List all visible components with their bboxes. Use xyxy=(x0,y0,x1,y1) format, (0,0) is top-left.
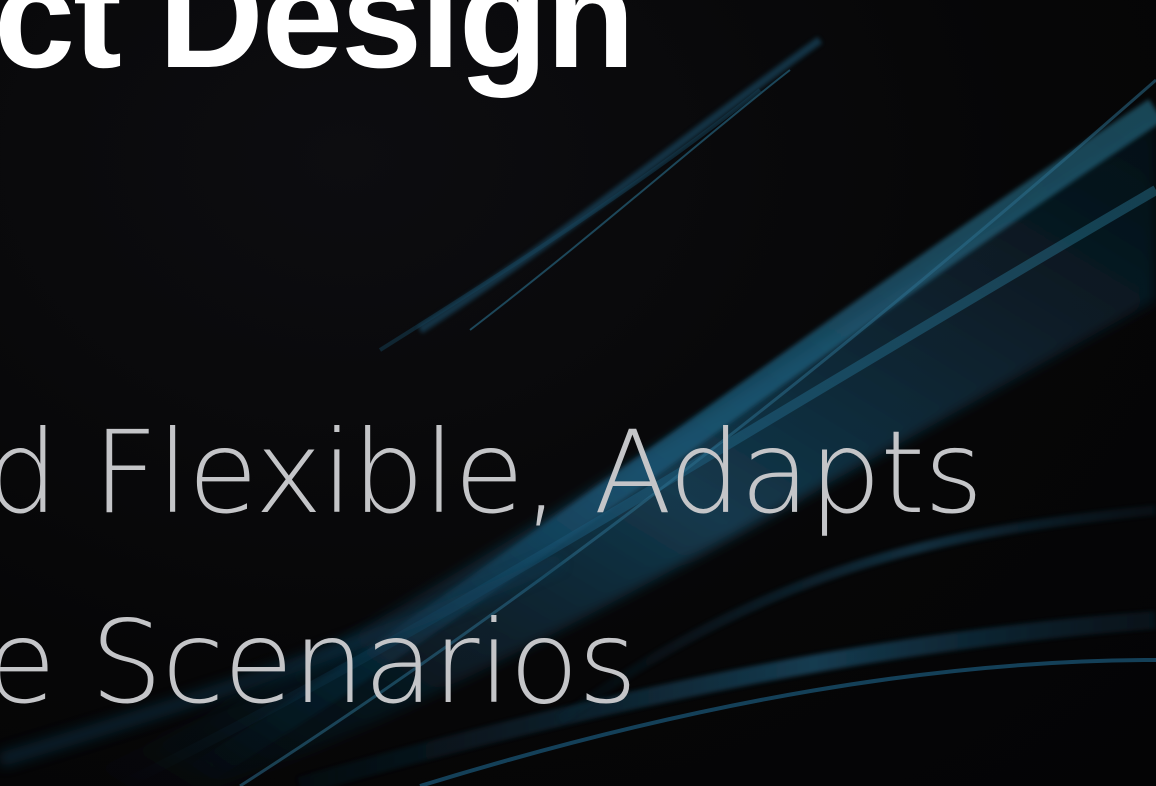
slide-heading: ct Design xyxy=(0,0,635,98)
subtitle-line-1: d Flexible, Adapts xyxy=(0,406,983,539)
slide-subtitle: d Flexible, Adapts e Scenarios xyxy=(0,378,983,758)
slide-canvas: ct Design d Flexible, Adapts e Scenarios xyxy=(0,0,1156,786)
subtitle-line-2: e Scenarios xyxy=(0,596,637,729)
wave-wisp-upper-thin xyxy=(469,69,791,331)
